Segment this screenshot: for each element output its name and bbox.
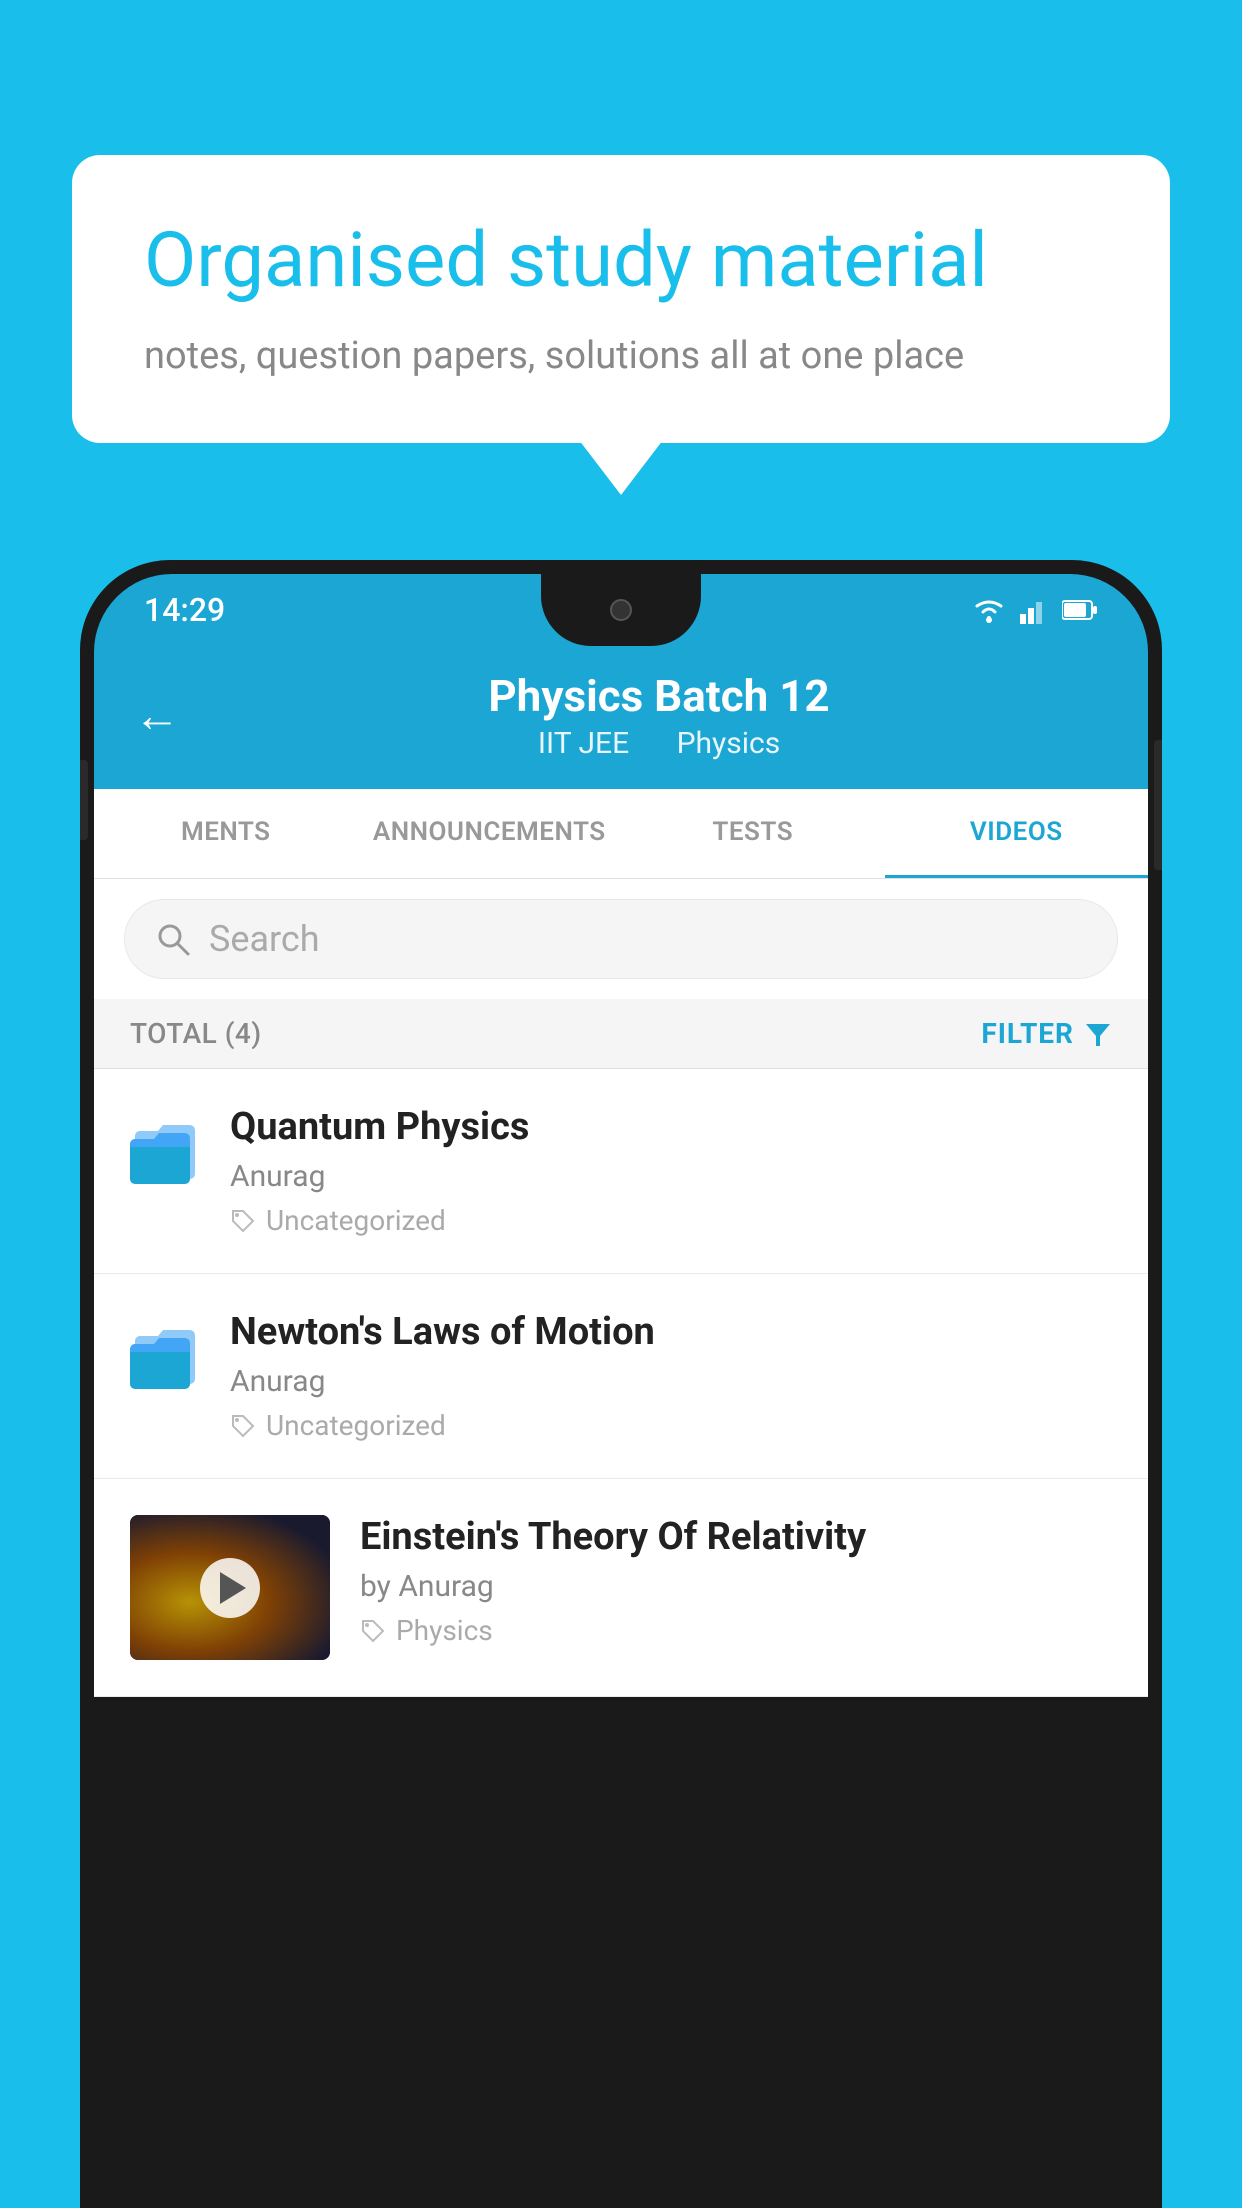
phone-screen: 14:29 [94,574,1148,2208]
folder-icon-wrap [130,1314,200,1398]
tab-tests[interactable]: TESTS [621,789,885,878]
video-author: by Anurag [360,1569,1112,1604]
list-item[interactable]: Quantum Physics Anurag Uncategorized [94,1069,1148,1274]
phone-power-button [1154,740,1162,870]
video-info: Einstein's Theory Of Relativity by Anura… [360,1515,1112,1647]
wifi-icon [972,596,1006,624]
folder-icon [130,1314,200,1394]
filter-bar: TOTAL (4) FILTER [94,999,1148,1069]
video-title: Newton's Laws of Motion [230,1310,1112,1354]
video-tag: Uncategorized [230,1409,1112,1442]
filter-icon [1084,1020,1112,1048]
batch-title: Physics Batch 12 [210,670,1108,722]
speech-bubble-wrapper: Organised study material notes, question… [72,155,1170,443]
folder-icon-wrap [130,1109,200,1193]
battery-icon [1062,599,1098,621]
header-title-section: Physics Batch 12 IIT JEE Physics [210,670,1108,761]
batch-subtitle: IIT JEE Physics [210,726,1108,761]
total-label: TOTAL (4) [130,1017,262,1050]
video-thumbnail [130,1515,330,1660]
video-info: Quantum Physics Anurag Uncategorized [230,1105,1112,1237]
tag-icon [230,1413,256,1439]
bubble-title: Organised study material [144,215,1098,306]
signal-icon [1020,596,1048,624]
search-bar-container: Search [94,879,1148,999]
tag-icon [230,1208,256,1234]
subtitle-iitjee: IIT JEE [538,726,629,761]
list-item[interactable]: Newton's Laws of Motion Anurag Uncategor… [94,1274,1148,1479]
phone-volume-button [80,760,88,840]
app-header: ← Physics Batch 12 IIT JEE Physics [94,646,1148,789]
video-tag: Uncategorized [230,1204,1112,1237]
tab-bar: MENTS ANNOUNCEMENTS TESTS VIDEOS [94,789,1148,879]
play-triangle-icon [220,1572,246,1604]
video-author: Anurag [230,1159,1112,1194]
video-title: Einstein's Theory Of Relativity [360,1515,1112,1559]
video-list: Quantum Physics Anurag Uncategorized [94,1069,1148,1697]
speech-bubble: Organised study material notes, question… [72,155,1170,443]
list-item[interactable]: Einstein's Theory Of Relativity by Anura… [94,1479,1148,1697]
phone-frame: 14:29 [80,560,1162,2208]
status-icons [972,596,1098,624]
camera-dot [610,599,632,621]
search-icon [155,921,191,957]
tab-ments[interactable]: MENTS [94,789,358,878]
tab-announcements[interactable]: ANNOUNCEMENTS [358,789,622,878]
subtitle-physics: Physics [677,726,781,761]
bubble-subtitle: notes, question papers, solutions all at… [144,334,1098,378]
video-author: Anurag [230,1364,1112,1399]
status-bar: 14:29 [94,574,1148,646]
video-info: Newton's Laws of Motion Anurag Uncategor… [230,1310,1112,1442]
filter-button[interactable]: FILTER [981,1017,1112,1050]
video-title: Quantum Physics [230,1105,1112,1149]
back-button[interactable]: ← [134,688,180,743]
notch [541,574,701,646]
search-bar[interactable]: Search [124,899,1118,979]
tag-icon [360,1618,386,1644]
folder-icon [130,1109,200,1189]
search-placeholder: Search [209,918,320,960]
status-time: 14:29 [144,591,225,629]
video-tag: Physics [360,1614,1112,1647]
tab-videos[interactable]: VIDEOS [885,789,1149,878]
play-button[interactable] [200,1558,260,1618]
